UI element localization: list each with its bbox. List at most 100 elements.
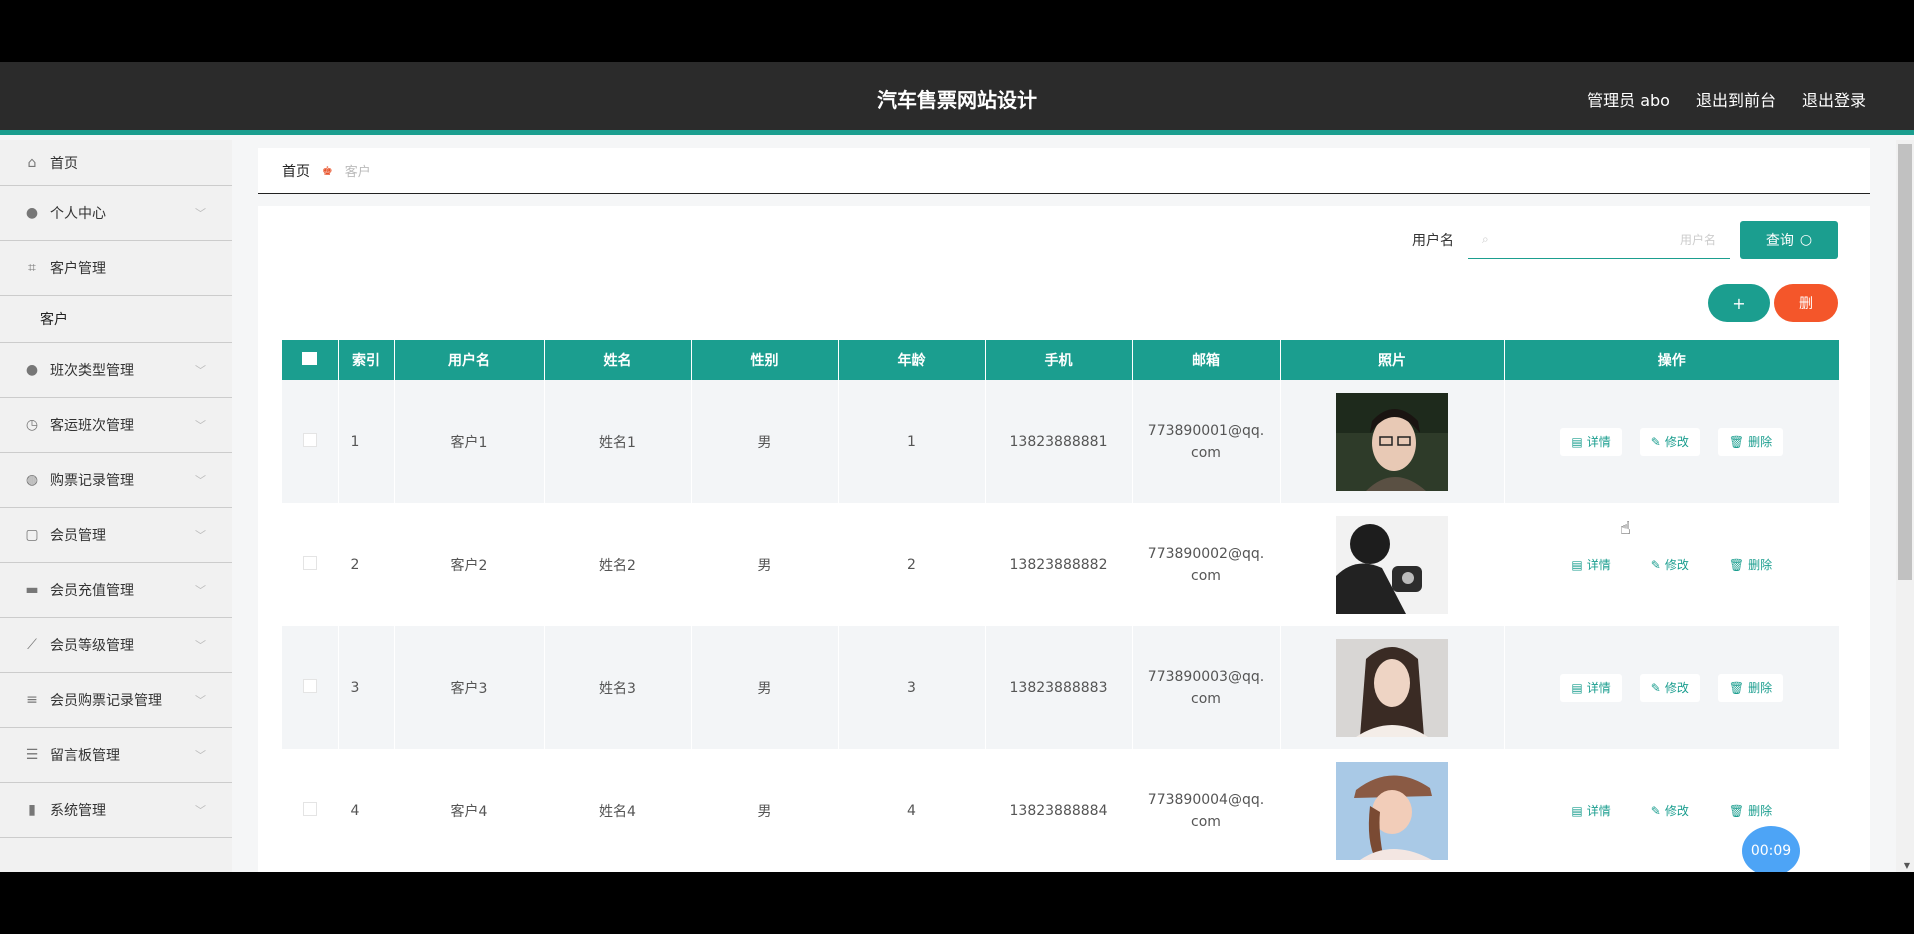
edit-icon: ✎ — [1650, 680, 1661, 695]
edit-label: 修改 — [1664, 435, 1689, 449]
admin-user-link[interactable]: 管理员 abo — [1587, 87, 1670, 111]
vertical-scrollbar[interactable]: ▼ — [1896, 140, 1914, 872]
delete-button[interactable]: 🗑 删除 — [1717, 427, 1784, 456]
delete-button[interactable]: 🗑 删除 — [1717, 550, 1784, 579]
row-checkbox[interactable] — [302, 801, 317, 816]
delete-button[interactable]: 🗑 删除 — [1717, 673, 1784, 702]
edit-icon: ✎ — [1650, 557, 1661, 572]
sidebar-subitem-customer[interactable]: 客户 — [0, 296, 232, 343]
index-cell: 1 — [338, 380, 395, 503]
phone-cell: 13823888884 — [985, 749, 1133, 872]
email-line: com — [1191, 444, 1221, 461]
sidebar: ⌂ 首页 ● 个人中心 ﹀ ⌗ 客户管理 客户 ● 班次类型管理 ﹀ ◷ 客运班… — [0, 140, 232, 872]
sidebar-item-label: 会员充值管理 — [50, 583, 134, 599]
top-bar: 汽车售票网站设计 管理员 abo 退出到前台 退出登录 — [0, 62, 1914, 135]
sidebar-item-home[interactable]: ⌂ 首页 — [0, 140, 232, 186]
phone-cell: 13823888882 — [985, 503, 1133, 626]
detail-button[interactable]: ▤ 详情 — [1560, 673, 1622, 702]
scrollbar-thumb[interactable] — [1898, 144, 1912, 580]
edit-button[interactable]: ✎ 修改 — [1639, 673, 1700, 702]
select-all-checkbox[interactable] — [302, 351, 318, 365]
edit-label: 修改 — [1664, 681, 1689, 695]
breadcrumb-separator-icon: ♚ — [322, 163, 333, 178]
sidebar-item-label: 会员购票记录管理 — [50, 693, 162, 709]
edit-icon: ✎ — [1650, 434, 1661, 449]
row-select-cell — [282, 749, 339, 872]
scroll-down-arrow-icon[interactable]: ▼ — [1904, 861, 1910, 870]
detail-icon: ▤ — [1571, 803, 1583, 818]
globe-icon: ◍ — [25, 472, 39, 488]
sidebar-item-system-management[interactable]: ▮ 系统管理 ﹀ — [0, 783, 232, 838]
sidebar-item-label: 班次类型管理 — [50, 363, 134, 379]
age-cell: 3 — [838, 626, 986, 749]
index-cell: 3 — [338, 626, 395, 749]
chevron-down-icon: ﹀ — [195, 694, 206, 707]
card-icon: ▬ — [25, 582, 39, 598]
query-button[interactable]: 查询 ○ — [1740, 221, 1838, 259]
detail-button[interactable]: ▤ 详情 — [1560, 796, 1622, 825]
sidebar-item-label: 首页 — [50, 155, 78, 172]
search-input[interactable]: ⌕ 用户名 — [1468, 221, 1730, 259]
batch-delete-button[interactable]: 删 — [1774, 284, 1838, 322]
detail-button[interactable]: ▤ 详情 — [1560, 427, 1622, 456]
column-header: 邮箱 — [1132, 340, 1281, 380]
chevron-down-icon: ﹀ — [195, 474, 206, 487]
sidebar-item-personal-center[interactable]: ● 个人中心 ﹀ — [0, 186, 232, 241]
detail-button[interactable]: ▤ 详情 — [1560, 550, 1622, 579]
sidebar-item-member-management[interactable]: ▢ 会员管理 ﹀ — [0, 508, 232, 563]
sidebar-item-message-board-management[interactable]: ☰ 留言板管理 ﹀ — [0, 728, 232, 783]
email-cell: 773890003@qq. com — [1132, 626, 1281, 749]
select-all-cell — [282, 340, 339, 380]
chevron-down-icon: ﹀ — [195, 529, 206, 542]
username-cell: 客户2 — [394, 503, 545, 626]
chevron-down-icon: ﹀ — [195, 804, 206, 817]
edit-button[interactable]: ✎ 修改 — [1639, 550, 1700, 579]
logout-link[interactable]: 退出登录 — [1802, 87, 1866, 111]
chevron-down-icon: ﹀ — [195, 749, 206, 762]
column-header: 手机 — [985, 340, 1133, 380]
chevron-down-icon: ﹀ — [195, 639, 206, 652]
row-checkbox[interactable] — [302, 678, 317, 693]
row-select-cell — [282, 503, 339, 626]
phone-cell: 13823888883 — [985, 626, 1133, 749]
table-row: 3 客户3 姓名3 男 3 13823888883 773890003@qq. c… — [282, 626, 1840, 749]
bars-icon: ▮ — [28, 802, 36, 818]
email-line: 773890003@qq. — [1147, 668, 1265, 685]
customer-table: 索引 用户名 姓名 性别 年龄 手机 邮箱 照片 操作 1 客户1 姓名1 男 … — [282, 340, 1840, 872]
name-cell: 姓名2 — [544, 503, 692, 626]
email-line: com — [1191, 813, 1221, 830]
customer-photo[interactable] — [1336, 638, 1448, 737]
row-checkbox[interactable] — [302, 555, 317, 570]
sidebar-item-label: 个人中心 — [50, 206, 106, 222]
add-button[interactable]: + — [1708, 284, 1770, 322]
home-icon: ⌂ — [27, 154, 37, 171]
sidebar-item-customer-management[interactable]: ⌗ 客户管理 — [0, 241, 232, 296]
delete-button[interactable]: 🗑 删除 — [1717, 796, 1784, 825]
breadcrumb-home[interactable]: 首页 — [282, 161, 310, 181]
photo-cell — [1280, 749, 1505, 872]
email-cell: 773890002@qq. com — [1132, 503, 1281, 626]
sidebar-item-member-level-management[interactable]: ⟋ 会员等级管理 ﹀ — [0, 618, 232, 673]
edit-button[interactable]: ✎ 修改 — [1639, 796, 1700, 825]
detail-icon: ▤ — [1571, 434, 1583, 449]
customer-photo[interactable] — [1336, 761, 1448, 860]
mouse-pointer-icon: ☝ — [1620, 518, 1631, 539]
customer-photo[interactable] — [1336, 515, 1448, 614]
column-header: 年龄 — [838, 340, 986, 380]
sidebar-item-ticket-record-management[interactable]: ◍ 购票记录管理 ﹀ — [0, 453, 232, 508]
email-cell: 773890001@qq. com — [1132, 380, 1281, 503]
column-header: 姓名 — [544, 340, 692, 380]
sidebar-item-bus-shift-management[interactable]: ◷ 客运班次管理 ﹀ — [0, 398, 232, 453]
age-cell: 4 — [838, 749, 986, 872]
sidebar-item-member-recharge-management[interactable]: ▬ 会员充值管理 ﹀ — [0, 563, 232, 618]
row-checkbox[interactable] — [302, 432, 317, 447]
edit-button[interactable]: ✎ 修改 — [1639, 427, 1700, 456]
delete-icon: 🗑 — [1728, 557, 1745, 572]
table-row: 4 客户4 姓名4 男 4 13823888884 773890004@qq. c… — [282, 749, 1840, 872]
sidebar-item-member-ticket-record-management[interactable]: ≡ 会员购票记录管理 ﹀ — [0, 673, 232, 728]
sidebar-item-shift-type-management[interactable]: ● 班次类型管理 ﹀ — [0, 343, 232, 398]
recording-timer-badge: 00:09 — [1742, 826, 1800, 872]
email-line: com — [1191, 690, 1221, 707]
back-to-front-link[interactable]: 退出到前台 — [1696, 87, 1776, 111]
customer-photo[interactable] — [1336, 392, 1448, 491]
